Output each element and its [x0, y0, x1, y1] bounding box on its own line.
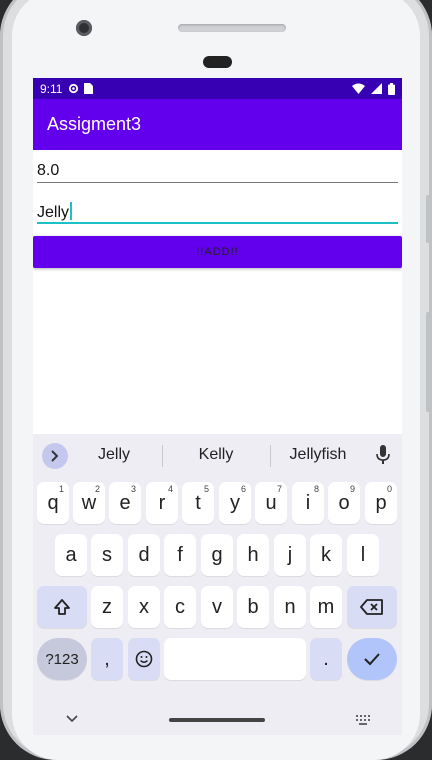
key-w[interactable]: w2 [73, 482, 105, 524]
key-t[interactable]: t5 [182, 482, 214, 524]
key-letter: i [305, 491, 311, 514]
key-v[interactable]: v [201, 586, 233, 628]
number-field[interactable]: 8.0 [37, 162, 398, 184]
suggestion-1[interactable]: Jelly [69, 446, 159, 464]
enter-key[interactable] [347, 638, 397, 680]
key-letter: y [230, 491, 240, 514]
status-time: 9:11 [40, 81, 63, 96]
key-hint: 6 [240, 484, 246, 494]
key-letter: r [158, 491, 166, 514]
keyboard-menu-button[interactable] [42, 443, 68, 469]
mic-icon [376, 445, 390, 464]
key-letter: e [119, 491, 131, 514]
comma-key[interactable]: , [91, 638, 123, 680]
key-letter: q [47, 491, 59, 514]
key-s[interactable]: s [91, 534, 123, 576]
key-e[interactable]: e3 [109, 482, 141, 524]
proximity-sensor [203, 56, 232, 68]
key-k[interactable]: k [310, 534, 342, 576]
chevron-right-icon [51, 450, 59, 462]
key-o[interactable]: o9 [328, 482, 360, 524]
key-d[interactable]: d [128, 534, 160, 576]
key-p[interactable]: p0 [365, 482, 397, 524]
earpiece-speaker [178, 24, 286, 32]
key-letter: p [375, 491, 387, 514]
navigation-bar [33, 702, 402, 735]
check-icon [364, 653, 380, 666]
key-hint: 1 [58, 484, 64, 494]
text-field-underline [37, 222, 398, 224]
key-hint: 8 [313, 484, 319, 494]
shift-key[interactable] [37, 586, 87, 628]
key-a[interactable]: a [55, 534, 87, 576]
key-g[interactable]: g [201, 534, 233, 576]
suggestion-divider [270, 445, 271, 467]
key-hint: 4 [167, 484, 173, 494]
key-m[interactable]: m [310, 586, 342, 628]
sim-icon [84, 83, 94, 94]
gear-icon [69, 83, 79, 94]
key-h[interactable]: h [237, 534, 269, 576]
number-field-underline [37, 182, 398, 183]
signal-icon [371, 83, 382, 94]
key-b[interactable]: b [237, 586, 269, 628]
add-button[interactable]: !!ADD!! [33, 236, 402, 268]
key-x[interactable]: x [128, 586, 160, 628]
backspace-icon [360, 599, 383, 615]
text-field[interactable]: Jelly [37, 202, 398, 226]
key-hint: 5 [203, 484, 209, 494]
wifi-icon [352, 83, 365, 94]
key-l[interactable]: l [347, 534, 379, 576]
key-hint: 7 [276, 484, 282, 494]
symbols-key[interactable]: ?123 [37, 638, 87, 680]
emoji-icon [135, 650, 153, 668]
soft-keyboard: Jelly Kelly Jellyfish q1 w2 e3 r4 t5 y6 … [33, 434, 402, 735]
page-title: Assigment3 [47, 114, 142, 134]
key-letter: w [81, 491, 97, 514]
shift-icon [54, 599, 70, 615]
text-field-value: Jelly [37, 204, 70, 221]
voice-input-button[interactable] [376, 445, 390, 470]
key-u[interactable]: u7 [255, 482, 287, 524]
device-screen: 9:11 Assigment3 8.0 Jelly !!ADD!! Jelly … [33, 78, 402, 735]
suggestion-strip: Jelly Kelly Jellyfish [33, 434, 402, 478]
emoji-key[interactable] [128, 638, 160, 680]
key-f[interactable]: f [164, 534, 196, 576]
volume-button [426, 195, 432, 243]
key-hint: 0 [386, 484, 392, 494]
key-r[interactable]: r4 [146, 482, 178, 524]
battery-icon [388, 82, 395, 95]
key-letter: t [195, 491, 201, 514]
key-y[interactable]: y6 [219, 482, 251, 524]
number-field-value: 8.0 [37, 162, 60, 179]
key-hint: 3 [130, 484, 136, 494]
key-hint: 2 [94, 484, 100, 494]
text-cursor [70, 202, 73, 220]
key-q[interactable]: q1 [37, 482, 69, 524]
front-camera [76, 20, 92, 36]
suggestion-divider [162, 445, 163, 467]
backspace-key[interactable] [347, 586, 397, 628]
key-c[interactable]: c [164, 586, 196, 628]
space-key[interactable] [164, 638, 306, 680]
key-hint: 9 [349, 484, 355, 494]
key-letter: o [338, 491, 350, 514]
keyboard-icon[interactable] [356, 715, 370, 725]
text-field-value-wrap: Jelly [37, 202, 73, 222]
period-key[interactable]: . [310, 638, 342, 680]
key-i[interactable]: i8 [292, 482, 324, 524]
suggestion-2[interactable]: Kelly [171, 446, 261, 464]
key-letter: u [265, 491, 277, 514]
key-z[interactable]: z [91, 586, 123, 628]
chevron-down-icon[interactable] [66, 715, 78, 723]
power-button [426, 312, 432, 412]
home-handle[interactable] [169, 718, 265, 722]
key-n[interactable]: n [274, 586, 306, 628]
suggestion-3[interactable]: Jellyfish [273, 446, 363, 464]
app-bar: Assigment3 [33, 99, 402, 150]
key-j[interactable]: j [274, 534, 306, 576]
status-bar: 9:11 [33, 78, 402, 99]
